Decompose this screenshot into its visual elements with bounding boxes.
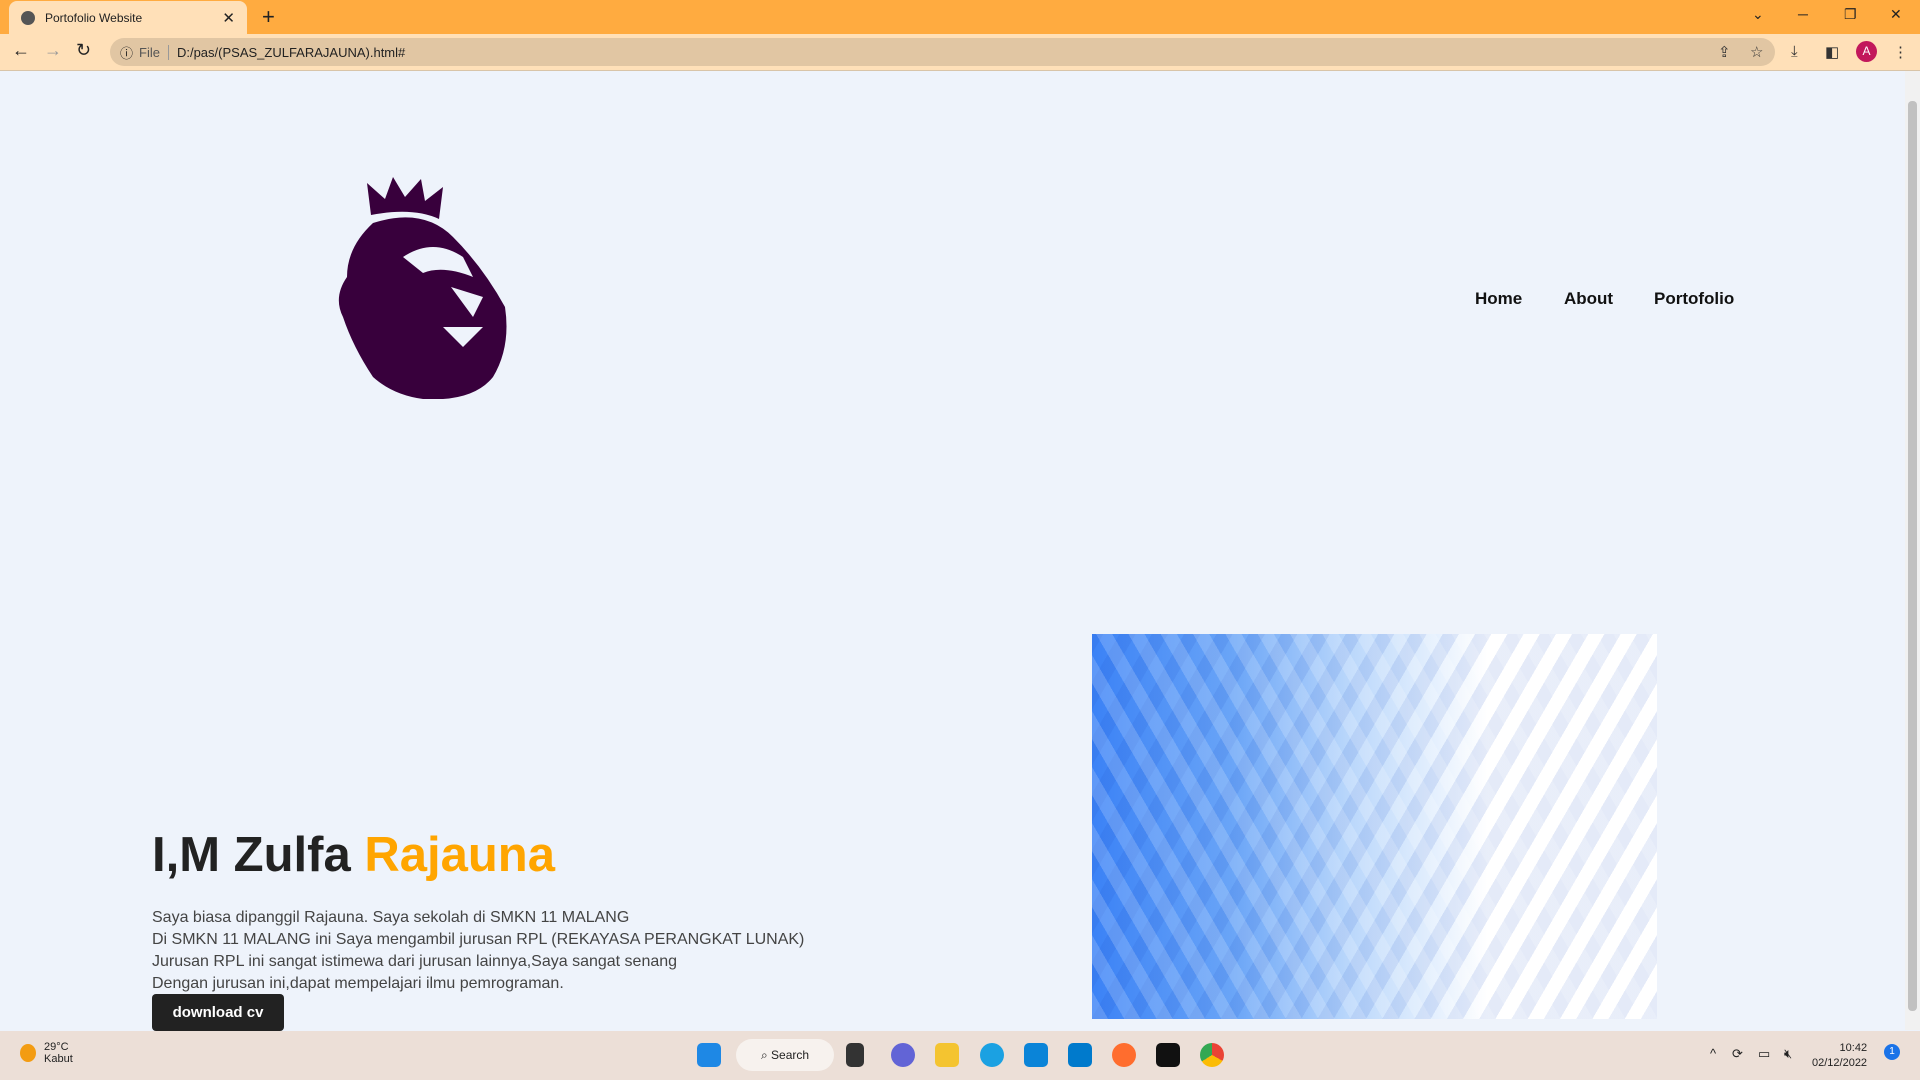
- hero-title: I,M Zulfa Rajauna: [152, 827, 555, 883]
- download-icon[interactable]: ⤓: [1791, 43, 1798, 60]
- side-panel-icon[interactable]: ◧: [1825, 43, 1839, 61]
- browser-tab[interactable]: Portofolio Website ✕: [9, 1, 247, 34]
- description-line: Saya biasa dipanggil Rajauna. Saya sekol…: [152, 909, 630, 926]
- tab-title: Portofolio Website: [45, 10, 143, 25]
- file-explorer-icon[interactable]: [935, 1043, 959, 1067]
- weather-widget[interactable]: 29°C Kabut: [20, 1041, 73, 1065]
- download-cv-button[interactable]: download cv: [152, 994, 284, 1031]
- minimize-button[interactable]: ─: [1798, 6, 1808, 22]
- network-icon[interactable]: ▭: [1758, 1046, 1770, 1062]
- name-first: I,M Zulfa: [152, 828, 351, 882]
- browser-tab-bar: Portofolio Website ✕ + ⌄ ─ ❐ ✕: [0, 0, 1920, 34]
- search-label: Search: [771, 1048, 810, 1062]
- nav-home[interactable]: Home: [1475, 289, 1522, 309]
- weather-icon: [20, 1044, 36, 1062]
- close-window-button[interactable]: ✕: [1890, 6, 1902, 23]
- description-line: Di SMKN 11 MALANG ini Saya mengambil jur…: [152, 931, 805, 948]
- firefox-icon[interactable]: [1112, 1043, 1136, 1067]
- mail-icon[interactable]: [1024, 1043, 1048, 1067]
- globe-icon: [21, 10, 35, 25]
- nav-about[interactable]: About: [1564, 289, 1613, 309]
- date: 02/12/2022: [1812, 1057, 1868, 1069]
- task-view-icon[interactable]: [846, 1043, 864, 1067]
- back-button[interactable]: ←: [12, 40, 30, 61]
- profile-avatar[interactable]: A: [1856, 41, 1877, 62]
- address-bar-row: ← → ↻ ⓘ File D:/pas/(PSAS_ZULFARAJAUNA).…: [0, 34, 1920, 71]
- scrollbar[interactable]: [1905, 71, 1920, 1030]
- url-text[interactable]: D:/pas/(PSAS_ZULFARAJAUNA).html#: [177, 45, 405, 60]
- nav-portofolio[interactable]: Portofolio: [1654, 289, 1734, 309]
- edge-icon[interactable]: [980, 1043, 1004, 1067]
- page-content: Home About Portofolio I,M Zulfa Rajauna …: [0, 71, 1905, 1031]
- dropbox-icon[interactable]: [1156, 1043, 1180, 1067]
- chrome-icon[interactable]: [1200, 1043, 1224, 1067]
- description-line: Jurusan RPL ini sangat istimewa dari jur…: [152, 953, 678, 970]
- tab-search-icon[interactable]: ⌄: [1752, 6, 1764, 23]
- notification-badge[interactable]: 1: [1884, 1044, 1900, 1060]
- search-icon: ⌕: [760, 1047, 772, 1062]
- bookmark-star-icon[interactable]: ☆: [1750, 43, 1763, 61]
- sync-icon[interactable]: ⟳: [1732, 1046, 1743, 1062]
- vscode-icon[interactable]: [1068, 1043, 1092, 1067]
- new-tab-button[interactable]: +: [262, 4, 275, 30]
- info-icon[interactable]: ⓘ: [120, 43, 133, 62]
- share-icon[interactable]: ⇪: [1718, 43, 1731, 61]
- taskbar-search[interactable]: ⌕ Search: [736, 1039, 834, 1071]
- restore-button[interactable]: ❐: [1844, 6, 1857, 23]
- volume-muted-icon[interactable]: 🔇︎: [1784, 1046, 1792, 1062]
- time: 10:42: [1839, 1042, 1868, 1054]
- clock[interactable]: 10:42 02/12/2022: [1812, 1041, 1867, 1071]
- chat-icon[interactable]: [891, 1043, 915, 1067]
- forward-button[interactable]: →: [44, 40, 62, 61]
- weather-temp: 29°C: [44, 1041, 69, 1053]
- reload-button[interactable]: ↻: [76, 40, 91, 61]
- windows-start-icon[interactable]: [697, 1043, 721, 1067]
- address-bar[interactable]: ⓘ File D:/pas/(PSAS_ZULFARAJAUNA).html#: [110, 38, 1775, 66]
- weather-desc: Kabut: [44, 1053, 73, 1065]
- close-tab-icon[interactable]: ✕: [222, 9, 235, 27]
- taskbar: 29°C Kabut ⌕ Search ^ ⟳ ▭ 🔇︎ 10:42 02/12/2…: [0, 1031, 1920, 1080]
- url-scheme: File: [139, 44, 169, 60]
- scrollbar-thumb[interactable]: [1908, 101, 1917, 1011]
- lion-logo: [338, 177, 507, 399]
- tray-chevron-icon[interactable]: ^: [1710, 1046, 1716, 1061]
- description-line: Dengan jurusan ini,dapat mempelajari ilm…: [152, 975, 564, 992]
- menu-icon[interactable]: ⋮: [1893, 43, 1908, 61]
- hero-image: [1092, 634, 1657, 1019]
- hero-description: Saya biasa dipanggil Rajauna. Saya sekol…: [152, 907, 804, 995]
- name-accent: Rajauna: [364, 828, 555, 882]
